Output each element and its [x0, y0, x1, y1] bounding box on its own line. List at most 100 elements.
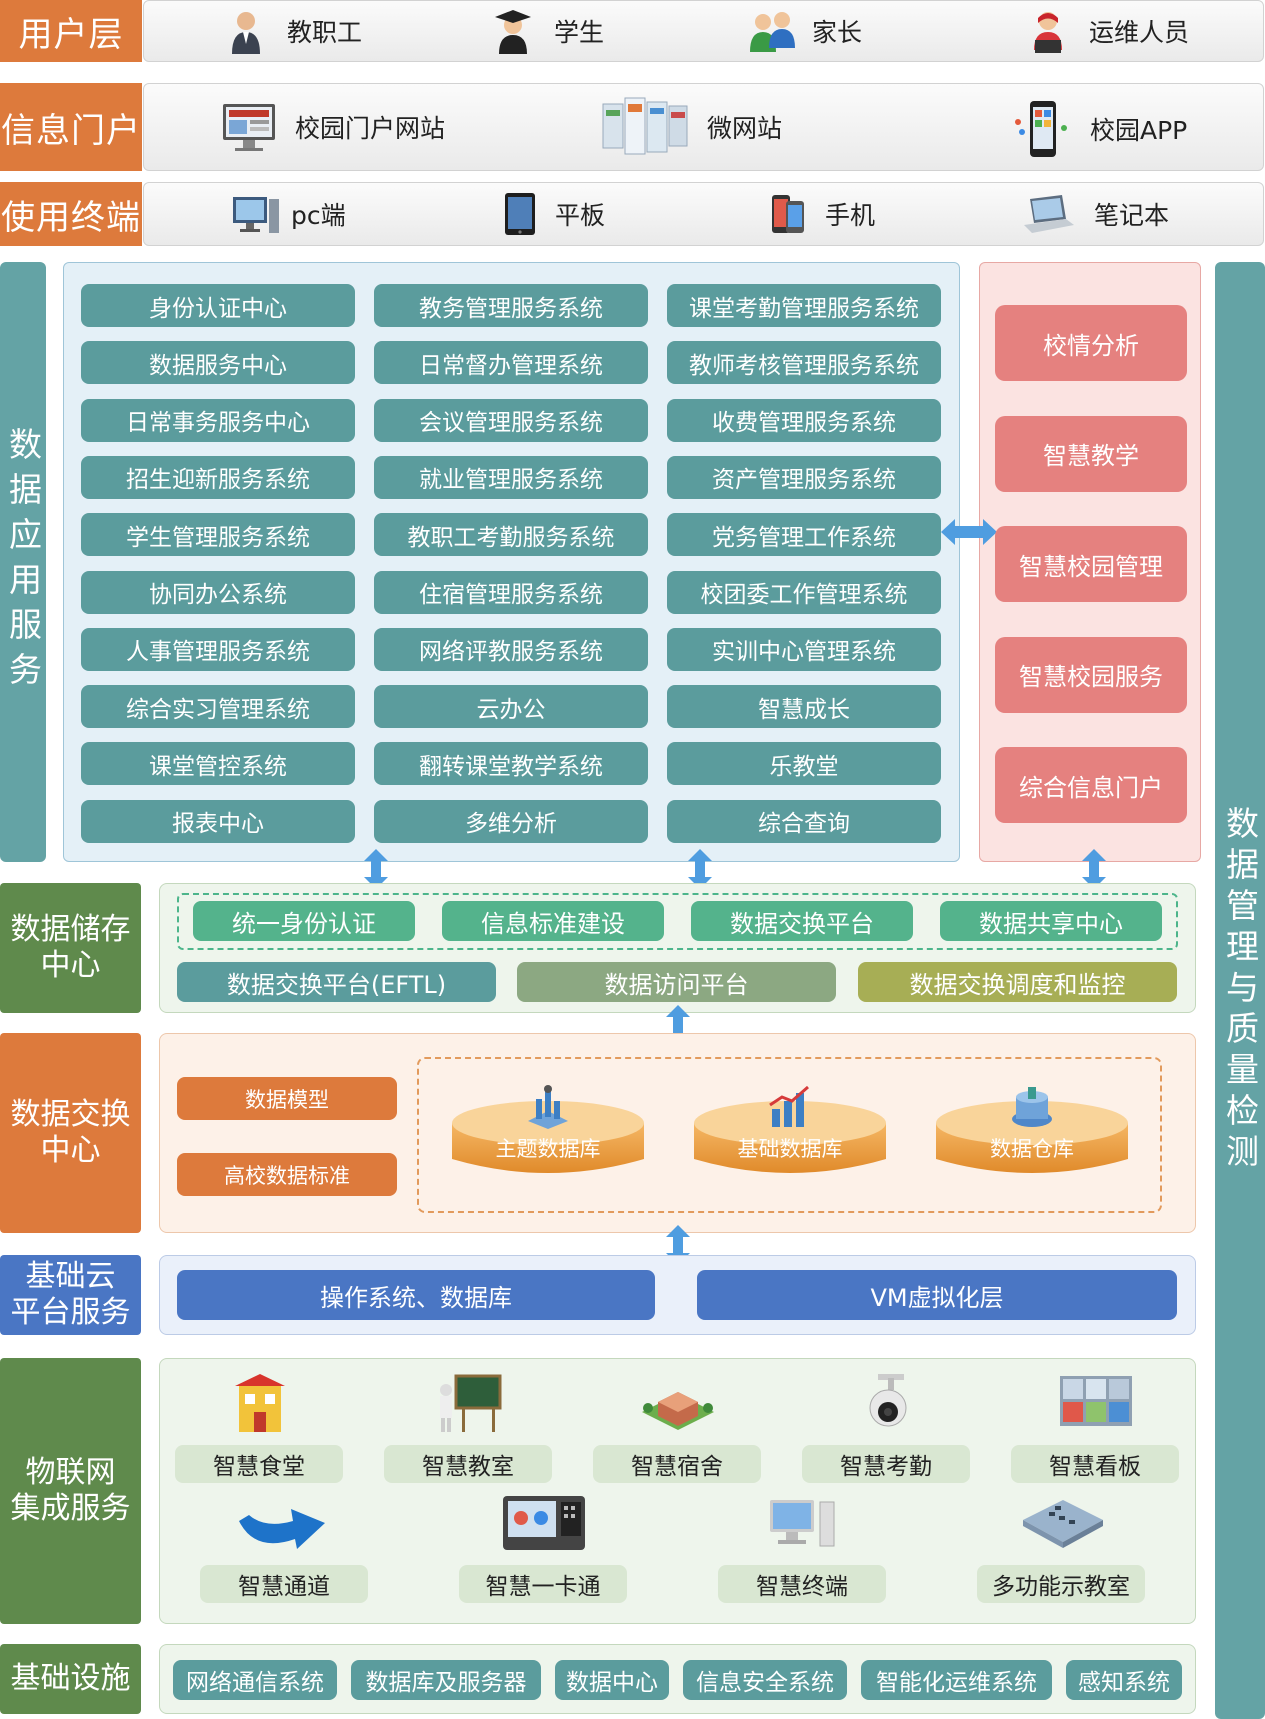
operator-icon [1025, 8, 1071, 54]
quality-label: 数据管理与质量检测 [1215, 262, 1265, 1719]
pc-icon [231, 191, 281, 237]
phone-icon [769, 191, 807, 237]
iot-pill: 智慧通道 [200, 1565, 368, 1603]
cloud-label: 基础云 平台服务 [0, 1255, 141, 1335]
app-service-label-text: 数据应用服务 [3, 427, 43, 697]
app-system-pill: 住宿管理服务系统 [374, 570, 648, 614]
exchange-label-line1: 数据交换 [10, 1097, 131, 1132]
storage-bottom-pill: 数据交换调度和监控 [858, 962, 1177, 1002]
storage-label-line1: 数据储存 [10, 912, 131, 947]
tablet-icon [503, 191, 537, 237]
app-system-pill: 报表中心 [81, 799, 355, 843]
user-operator: 运维人员 [1025, 8, 1189, 54]
terminal-tablet: 平板 [503, 191, 605, 237]
terminal-phone: 手机 [769, 191, 875, 237]
student-icon [490, 8, 536, 54]
iot-pill: 智慧食堂 [175, 1445, 343, 1483]
user-student: 学生 [490, 8, 604, 54]
portal-label: 微网站 [707, 114, 783, 143]
portal-label: 校园门户网站 [295, 114, 446, 143]
terminal-label: 手机 [825, 201, 876, 230]
iot-pill: 智慧终端 [718, 1565, 886, 1603]
app-system-pill: 综合查询 [667, 799, 941, 843]
smart-pill: 智慧校园管理 [995, 526, 1187, 602]
app-system-pill: 课堂管控系统 [81, 742, 355, 786]
portal-app: 校园APP [1012, 100, 1187, 158]
database-cylinder: 基础数据库 [692, 1085, 888, 1195]
database-label: 基础数据库 [737, 1137, 843, 1161]
database-label: 数据仓库 [990, 1137, 1074, 1161]
quality-label-text: 数据管理与质量检测 [1220, 806, 1260, 1175]
iot-pill: 智慧考勤 [802, 1445, 970, 1483]
app-system-pill: 收费管理服务系统 [667, 398, 941, 442]
terminal-computer-icon [718, 1492, 888, 1554]
app-system-pill: 人事管理服务系统 [81, 627, 355, 671]
iot-pill: 智慧宿舍 [593, 1445, 761, 1483]
display-board-icon [1011, 1370, 1181, 1436]
row-label-users: 用户层 [0, 0, 142, 62]
double-arrow-horizontal [941, 519, 997, 545]
app-system-pill: 校团委工作管理系统 [667, 570, 941, 614]
bar-chart-icon [764, 1085, 816, 1129]
app-system-pill: 就业管理服务系统 [374, 455, 648, 499]
parents-icon [748, 8, 795, 54]
user-label: 教职工 [287, 18, 363, 47]
app-system-pill: 乐教堂 [667, 742, 941, 786]
app-service-label: 数据应用服务 [0, 262, 46, 862]
chart-icon [522, 1085, 574, 1129]
app-system-pill: 日常督办管理系统 [374, 341, 648, 385]
dormitory-icon [593, 1370, 763, 1436]
app-icon [1012, 100, 1072, 158]
website-icon [221, 100, 277, 154]
app-system-pill: 智慧成长 [667, 685, 941, 729]
terminal-label: 平板 [555, 201, 606, 230]
arrow-channel-icon [200, 1492, 370, 1554]
infra-pill: 数据库及服务器 [351, 1660, 541, 1700]
app-system-pill: 课堂考勤管理服务系统 [667, 284, 941, 327]
app-system-pill: 云办公 [374, 685, 648, 729]
terminal-label: pc端 [291, 201, 346, 230]
iot-pill: 多功能示教室 [977, 1565, 1145, 1603]
storage-bottom-pill: 数据访问平台 [517, 962, 836, 1002]
row-label-terminal: 使用终端 [0, 182, 142, 246]
infra-pill: 感知系统 [1066, 1660, 1182, 1700]
user-parents: 家长 [748, 8, 862, 54]
smart-pill: 智慧校园服务 [995, 636, 1187, 713]
warehouse-icon [1006, 1085, 1058, 1129]
storage-top-pill: 数据共享中心 [940, 901, 1162, 941]
data-standard-pill: 高校数据标准 [177, 1153, 397, 1196]
app-system-pill: 网络评教服务系统 [374, 627, 648, 671]
classroom-icon [384, 1370, 554, 1436]
laptop-icon [1022, 191, 1076, 237]
app-system-pill: 数据服务中心 [81, 341, 355, 385]
app-system-pill: 身份认证中心 [81, 284, 355, 327]
smart-pill: 校情分析 [995, 305, 1187, 381]
iot-label-line1: 物联网 [25, 1455, 116, 1490]
card-reader-icon [459, 1492, 629, 1554]
app-system-pill: 翻转课堂教学系统 [374, 742, 648, 786]
app-system-pill: 日常事务服务中心 [81, 398, 355, 442]
database-label: 主题数据库 [495, 1137, 601, 1161]
app-system-pill: 多维分析 [374, 799, 648, 843]
database-cylinder: 主题数据库 [450, 1085, 646, 1195]
storage-top-pill: 数据交换平台 [691, 901, 913, 941]
iot-label: 物联网 集成服务 [0, 1358, 141, 1624]
iot-pill: 智慧一卡通 [459, 1565, 627, 1603]
app-system-pill: 综合实习管理系统 [81, 685, 355, 729]
smart-pill: 智慧教学 [995, 415, 1187, 492]
app-system-pill: 资产管理服务系统 [667, 455, 941, 499]
camera-icon [802, 1370, 972, 1436]
app-system-pill: 教师考核管理服务系统 [667, 341, 941, 385]
storage-top-pill: 统一身份认证 [193, 901, 415, 941]
iot-pill: 智慧教室 [384, 1445, 552, 1483]
terminal-pc: pc端 [231, 191, 346, 237]
app-system-pill: 招生迎新服务系统 [81, 455, 355, 499]
iot-label-line2: 集成服务 [10, 1491, 131, 1526]
app-system-pill: 教职工考勤服务系统 [374, 513, 648, 557]
cloud-label-line1: 基础云 [25, 1259, 116, 1294]
user-label: 家长 [812, 18, 863, 47]
user-label: 学生 [554, 18, 605, 47]
infra-label: 基础设施 [0, 1644, 141, 1714]
iot-pill: 智慧看板 [1011, 1445, 1179, 1483]
app-system-pill: 教务管理服务系统 [374, 284, 648, 327]
